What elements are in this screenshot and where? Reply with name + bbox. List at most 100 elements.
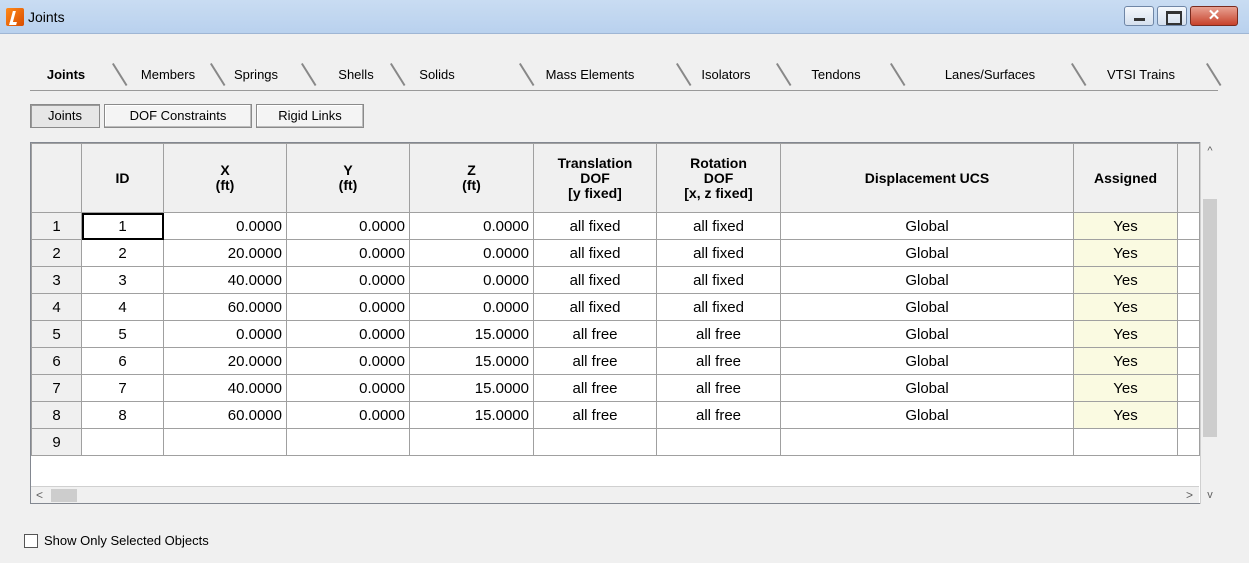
x-cell[interactable]: 20.0000 [163,347,287,375]
subtab-rigid-links[interactable]: Rigid Links [256,104,364,128]
translation-dof-cell[interactable]: all fixed [533,239,657,267]
assigned-cell[interactable]: Yes [1073,212,1178,240]
y-cell[interactable]: 0.0000 [286,293,410,321]
table-row[interactable]: 1 1 0.0000 0.0000 0.0000 all fixed all fixed Gl… [31,212,1200,240]
id-cell[interactable]: 8 [81,401,164,429]
rotation-dof-cell[interactable] [656,428,781,456]
id-cell[interactable] [81,428,164,456]
col-header-x[interactable]: X (ft) [163,143,287,213]
table-row[interactable]: 5 5 0.0000 0.0000 15.0000 all free all free Glo… [31,320,1200,348]
displacement-ucs-cell[interactable]: Global [780,320,1074,348]
row-number-cell[interactable]: 1 [31,212,82,240]
displacement-ucs-cell[interactable]: Global [780,293,1074,321]
col-header-displacement-ucs[interactable]: Displacement UCS [780,143,1074,213]
translation-dof-cell[interactable]: all fixed [533,266,657,294]
row-number-cell[interactable]: 7 [31,374,82,402]
rotation-dof-cell[interactable]: all fixed [656,266,781,294]
z-cell[interactable]: 0.0000 [409,239,534,267]
assigned-cell[interactable] [1073,428,1178,456]
translation-dof-cell[interactable]: all fixed [533,293,657,321]
id-cell[interactable]: 3 [81,266,164,294]
assigned-cell[interactable]: Yes [1073,293,1178,321]
col-header-y[interactable]: Y (ft) [286,143,410,213]
translation-dof-cell[interactable]: all free [533,347,657,375]
row-number-cell[interactable]: 2 [31,239,82,267]
row-number-cell[interactable]: 9 [31,428,82,456]
vertical-scrollbar[interactable]: ^ v [1200,142,1218,504]
table-row[interactable]: 6 6 20.0000 0.0000 15.0000 all free all free Gl… [31,347,1200,375]
row-number-cell[interactable]: 4 [31,293,82,321]
translation-dof-cell[interactable]: all free [533,320,657,348]
y-cell[interactable]: 0.0000 [286,266,410,294]
id-cell[interactable]: 5 [81,320,164,348]
rotation-dof-cell[interactable]: all fixed [656,239,781,267]
x-cell[interactable]: 60.0000 [163,293,287,321]
show-only-selected-label[interactable]: Show Only Selected Objects [44,533,209,548]
id-cell[interactable]: 1 [81,212,164,240]
subtab-joints[interactable]: Joints [30,104,100,128]
rotation-dof-cell[interactable]: all fixed [656,212,781,240]
maximize-button[interactable] [1157,6,1187,26]
z-cell[interactable]: 15.0000 [409,320,534,348]
x-cell[interactable]: 20.0000 [163,239,287,267]
displacement-ucs-cell[interactable]: Global [780,212,1074,240]
scroll-down-icon[interactable]: v [1201,486,1219,504]
id-cell[interactable]: 2 [81,239,164,267]
z-cell[interactable]: 15.0000 [409,347,534,375]
corner-cell[interactable] [31,143,82,213]
col-header-assigned[interactable]: Assigned [1073,143,1178,213]
col-header-translation-dof[interactable]: Translation DOF [y fixed] [533,143,657,213]
rotation-dof-cell[interactable]: all free [656,320,781,348]
displacement-ucs-cell[interactable]: Global [780,401,1074,429]
tab-mass-elements[interactable]: Mass Elements [522,63,658,89]
assigned-cell[interactable]: Yes [1073,401,1178,429]
table-row[interactable]: 7 7 40.0000 0.0000 15.0000 all free all free Gl… [31,374,1200,402]
z-cell[interactable]: 0.0000 [409,212,534,240]
y-cell[interactable]: 0.0000 [286,347,410,375]
show-only-selected-checkbox[interactable] [24,534,38,548]
assigned-cell[interactable]: Yes [1073,239,1178,267]
table-row[interactable]: 8 8 60.0000 0.0000 15.0000 all free all free Gl… [31,401,1200,429]
z-cell[interactable]: 0.0000 [409,293,534,321]
y-cell[interactable] [286,428,410,456]
tab-members[interactable]: Members [128,63,208,89]
x-cell[interactable]: 60.0000 [163,401,287,429]
displacement-ucs-cell[interactable]: Global [780,266,1074,294]
y-cell[interactable]: 0.0000 [286,239,410,267]
assigned-cell[interactable]: Yes [1073,374,1178,402]
rotation-dof-cell[interactable]: all free [656,401,781,429]
y-cell[interactable]: 0.0000 [286,212,410,240]
x-cell[interactable]: 40.0000 [163,374,287,402]
z-cell[interactable]: 0.0000 [409,266,534,294]
x-cell[interactable]: 0.0000 [163,320,287,348]
z-cell[interactable]: 15.0000 [409,401,534,429]
tab-springs[interactable]: Springs [213,63,299,89]
id-cell[interactable]: 4 [81,293,164,321]
translation-dof-cell[interactable] [533,428,657,456]
scroll-up-icon[interactable]: ^ [1201,142,1219,160]
displacement-ucs-cell[interactable] [780,428,1074,456]
tab-joints[interactable]: Joints [36,63,96,89]
id-cell[interactable]: 7 [81,374,164,402]
assigned-cell[interactable]: Yes [1073,320,1178,348]
horizontal-scrollbar[interactable]: < > [31,486,1199,503]
subtab-dof-constraints[interactable]: DOF Constraints [104,104,252,128]
table-row[interactable]: 9 [31,428,1200,456]
joints-grid[interactable]: ID X (ft) Y (ft) Z (ft) Translation DOF [y fi… [30,142,1218,504]
vertical-scroll-thumb[interactable] [1203,199,1217,437]
assigned-cell[interactable]: Yes [1073,266,1178,294]
scroll-right-icon[interactable]: > [1181,487,1198,504]
row-number-cell[interactable]: 3 [31,266,82,294]
id-cell[interactable]: 6 [81,347,164,375]
x-cell[interactable] [163,428,287,456]
translation-dof-cell[interactable]: all free [533,401,657,429]
tab-shells[interactable]: Shells [313,63,399,89]
minimize-button[interactable] [1124,6,1154,26]
tab-lanes-surfaces[interactable]: Lanes/Surfaces [910,63,1070,89]
table-row[interactable]: 2 2 20.0000 0.0000 0.0000 all fixed all fixed G… [31,239,1200,267]
displacement-ucs-cell[interactable]: Global [780,239,1074,267]
x-cell[interactable]: 40.0000 [163,266,287,294]
row-number-cell[interactable]: 8 [31,401,82,429]
assigned-cell[interactable]: Yes [1073,347,1178,375]
displacement-ucs-cell[interactable]: Global [780,347,1074,375]
